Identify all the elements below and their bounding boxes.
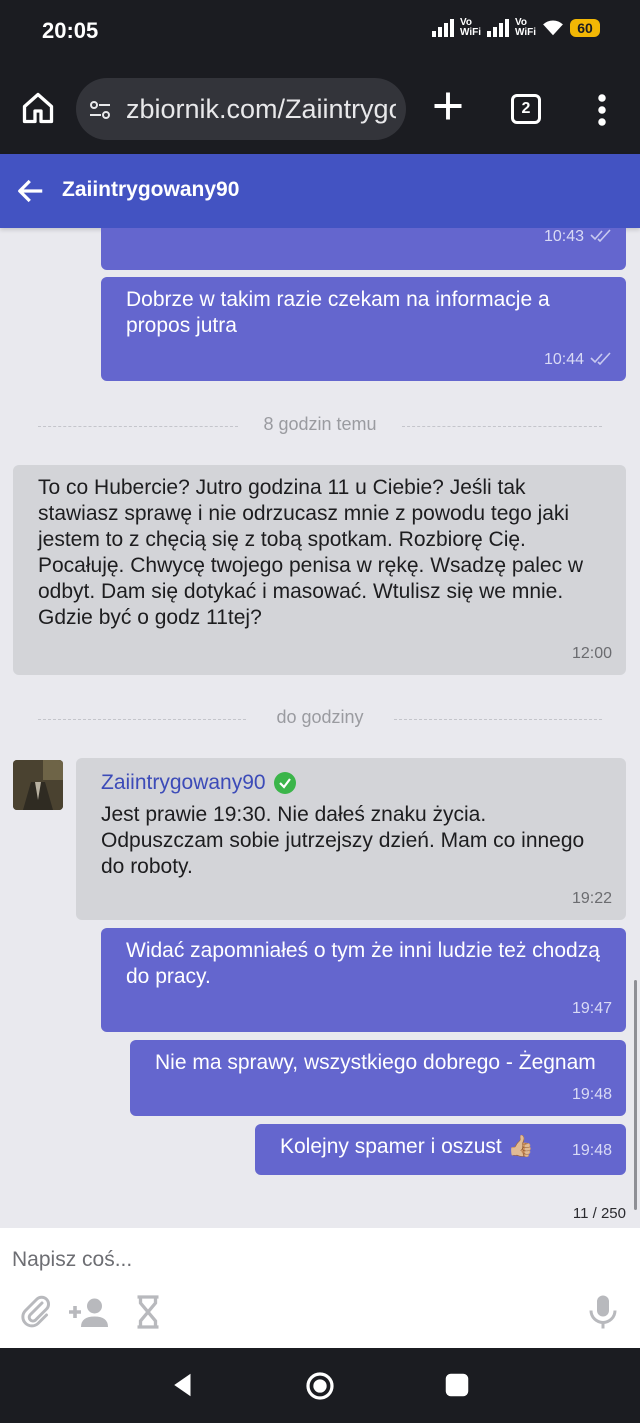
message-text: Widać zapomniałeś o tym że inni ludzie t… [126, 939, 600, 988]
vowifi-label: Vo WiFi [514, 17, 536, 38]
message-bubble[interactable]: Dobrze w takim razie czekam na informacj… [101, 277, 626, 381]
more-vert-icon[interactable] [590, 92, 614, 128]
date-divider: do godziny [0, 707, 640, 731]
back-triangle-icon[interactable] [168, 1370, 198, 1400]
message-bubble[interactable]: Zaiintrygowany90 Jest prawie 19:30. Nie … [76, 758, 626, 920]
scrollbar[interactable] [634, 980, 637, 1210]
address-bar[interactable]: zbiornik.com/Zaiintrygowany90 [76, 78, 406, 140]
date-divider: 8 godzin temu [0, 414, 640, 438]
message-input[interactable] [12, 1248, 612, 1272]
system-navigation-bar [0, 1348, 640, 1423]
message-list[interactable]: 10:43 Dobrze w takim razie czekam na inf… [0, 228, 640, 1228]
signal-icon [486, 19, 509, 37]
recents-square-icon[interactable] [442, 1370, 472, 1400]
chat-header: Zaiintrygowany90 [0, 154, 640, 228]
message-bubble[interactable]: 10:43 [101, 228, 626, 270]
browser-toolbar: zbiornik.com/Zaiintrygowany90 2 [0, 66, 640, 154]
date-divider-label: do godziny [276, 707, 364, 727]
verified-icon [273, 772, 296, 794]
message-time: 19:48 [571, 1086, 612, 1103]
status-bar: 20:05 Vo WiFi Vo WiFi 60 [0, 0, 640, 66]
composer [0, 1228, 640, 1348]
message-bubble[interactable]: Kolejny spamer i oszust 👍🏼 19:48 [255, 1124, 626, 1175]
home-circle-icon[interactable] [304, 1370, 336, 1402]
message-time: 19:22 [571, 890, 612, 907]
signal-icon [431, 19, 454, 37]
message-time: 10:43 [543, 228, 584, 245]
microphone-icon[interactable] [585, 1294, 621, 1330]
status-icons: Vo WiFi Vo WiFi 60 [431, 17, 600, 38]
message-text: Kolejny spamer i oszust 👍🏼 [280, 1135, 534, 1158]
home-icon[interactable] [20, 90, 56, 126]
wifi-icon [543, 20, 563, 36]
date-divider-label: 8 godzin temu [263, 414, 377, 434]
message-time: 19:47 [571, 1000, 612, 1017]
message-text: Dobrze w takim razie czekam na informacj… [126, 288, 550, 337]
read-receipt-icon [590, 352, 611, 365]
battery-indicator: 60 [570, 19, 600, 37]
sender-name[interactable]: Zaiintrygowany90 [101, 770, 266, 796]
character-counter: 11 / 250 [572, 1205, 626, 1222]
avatar-image [13, 760, 63, 810]
message-text: Jest prawie 19:30. Nie dałeś znaku życia… [101, 803, 585, 878]
tune-icon[interactable] [88, 98, 112, 122]
message-time: 10:44 [543, 351, 584, 368]
message-sender[interactable]: Zaiintrygowany90 [101, 770, 601, 796]
avatar[interactable] [13, 760, 63, 810]
message-bubble[interactable]: Nie ma sprawy, wszystkiego dobrego - Żeg… [130, 1040, 626, 1116]
person-add-icon[interactable] [64, 1294, 110, 1330]
message-time: 19:48 [571, 1142, 612, 1159]
hourglass-icon[interactable] [130, 1294, 166, 1330]
plus-icon[interactable] [430, 88, 466, 124]
message-bubble[interactable]: To co Hubercie? Jutro godzina 11 u Ciebi… [13, 465, 626, 675]
message-text: Nie ma sprawy, wszystkiego dobrego - Żeg… [155, 1051, 596, 1074]
paperclip-icon[interactable] [18, 1294, 54, 1330]
tab-switcher-button[interactable]: 2 [511, 94, 541, 124]
url-text[interactable]: zbiornik.com/Zaiintrygowany90 [126, 94, 396, 125]
message-text: To co Hubercie? Jutro godzina 11 u Ciebi… [38, 476, 584, 629]
message-bubble[interactable]: Widać zapomniałeś o tym że inni ludzie t… [101, 928, 626, 1032]
message-time: 12:00 [571, 645, 612, 662]
status-time: 20:05 [42, 18, 99, 43]
vowifi-label: Vo WiFi [459, 17, 481, 38]
read-receipt-icon [590, 229, 611, 242]
chat-title[interactable]: Zaiintrygowany90 [62, 178, 239, 202]
arrow-left-icon[interactable] [16, 176, 46, 206]
